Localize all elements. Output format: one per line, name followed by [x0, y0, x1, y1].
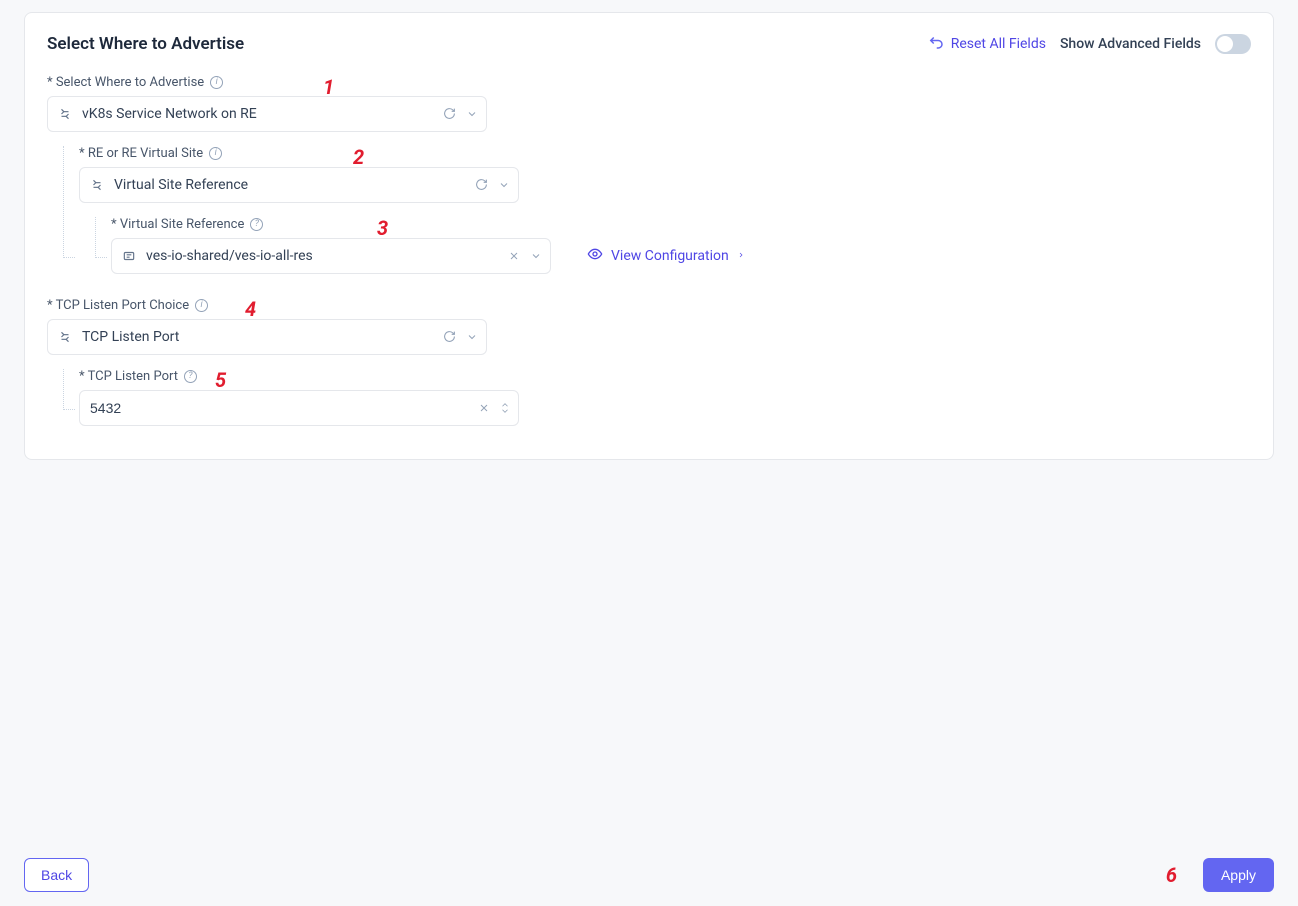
refresh-icon[interactable] [475, 176, 488, 195]
port-choice-label-row: * TCP Listen Port Choice i [47, 298, 1251, 313]
annotation-6: 6 [1166, 863, 1177, 887]
port-choice-select[interactable]: TCP Listen Port [47, 319, 487, 355]
chevron-down-icon[interactable] [530, 247, 542, 266]
chevron-down-icon[interactable] [466, 105, 478, 124]
port-choice-value: TCP Listen Port [82, 329, 443, 345]
info-icon[interactable]: i [209, 147, 222, 160]
diamond-arrows-icon [58, 107, 72, 121]
field-re-virtual-site-block: * RE or RE Virtual Site i Virtual Site R… [57, 146, 1251, 274]
chevron-down-icon[interactable] [498, 176, 510, 195]
tcp-port-input[interactable] [90, 400, 478, 416]
undo-icon [927, 33, 945, 55]
re-virtual-site-select[interactable]: Virtual Site Reference [79, 167, 519, 203]
port-choice-label: * TCP Listen Port Choice [47, 298, 189, 313]
apply-button[interactable]: Apply [1203, 858, 1274, 892]
clear-icon[interactable] [478, 399, 490, 418]
field-tcp-port-block: * TCP Listen Port ? 5 [57, 369, 1251, 426]
card-list-icon [122, 249, 136, 263]
help-icon[interactable]: ? [250, 218, 263, 231]
advanced-fields-toggle[interactable] [1215, 34, 1251, 54]
card-header: Select Where to Advertise Reset All Fiel… [47, 33, 1251, 55]
refresh-icon[interactable] [443, 105, 456, 124]
field-advertise-where: * Select Where to Advertise i vK8s Servi… [47, 75, 1251, 274]
info-icon[interactable]: i [195, 299, 208, 312]
tcp-port-input-wrapper [79, 390, 519, 426]
header-actions: Reset All Fields Show Advanced Fields [927, 33, 1251, 55]
re-virtual-site-label-row: * RE or RE Virtual Site i [79, 146, 1251, 161]
back-button[interactable]: Back [24, 858, 89, 892]
view-config-label: View Configuration [611, 248, 729, 264]
card-title: Select Where to Advertise [47, 34, 244, 54]
advanced-fields-label: Show Advanced Fields [1060, 36, 1201, 52]
advertise-where-value: vK8s Service Network on RE [82, 106, 443, 122]
tcp-port-label-row: * TCP Listen Port ? [79, 369, 1251, 384]
number-stepper[interactable] [500, 402, 510, 414]
advertise-where-select[interactable]: vK8s Service Network on RE [47, 96, 487, 132]
clear-icon[interactable] [508, 247, 520, 266]
eye-icon [587, 246, 603, 266]
advertise-where-label-row: * Select Where to Advertise i [47, 75, 1251, 90]
footer: Back 6 Apply [24, 858, 1274, 892]
tcp-port-label: * TCP Listen Port [79, 369, 178, 384]
reset-all-fields-link[interactable]: Reset All Fields [927, 33, 1046, 55]
field-port-choice: * TCP Listen Port Choice i TCP Listen Po… [47, 298, 1251, 426]
reset-label: Reset All Fields [951, 36, 1046, 52]
refresh-icon[interactable] [443, 328, 456, 347]
virtual-site-ref-value: ves-io-shared/ves-io-all-res [146, 248, 508, 264]
virtual-site-ref-select[interactable]: ves-io-shared/ves-io-all-res [111, 238, 551, 274]
diamond-arrows-icon [58, 330, 72, 344]
advertise-where-label: * Select Where to Advertise [47, 75, 204, 90]
virtual-site-ref-label: * Virtual Site Reference [111, 217, 244, 232]
help-icon[interactable]: ? [184, 370, 197, 383]
advertise-card: Select Where to Advertise Reset All Fiel… [24, 12, 1274, 460]
re-virtual-site-label: * RE or RE Virtual Site [79, 146, 203, 161]
field-virtual-site-ref-block: * Virtual Site Reference ? ves-io-shared… [89, 217, 1251, 274]
chevron-right-icon [737, 248, 745, 264]
virtual-site-ref-label-row: * Virtual Site Reference ? [111, 217, 1251, 232]
re-virtual-site-value: Virtual Site Reference [114, 177, 475, 193]
info-icon[interactable]: i [210, 76, 223, 89]
toggle-knob [1217, 36, 1233, 52]
diamond-arrows-icon [90, 178, 104, 192]
chevron-down-icon[interactable] [466, 328, 478, 347]
view-configuration-link[interactable]: View Configuration [587, 246, 745, 266]
